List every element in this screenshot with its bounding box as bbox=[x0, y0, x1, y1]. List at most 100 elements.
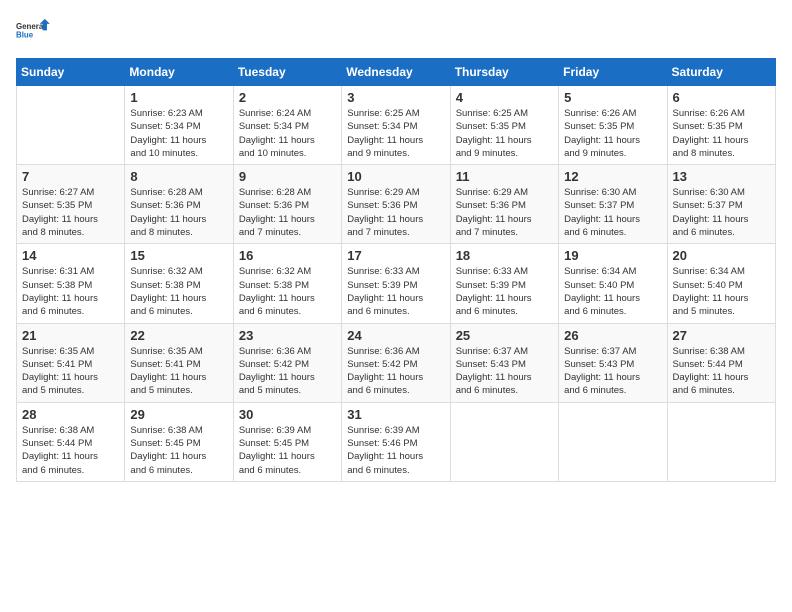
day-info: Sunrise: 6:33 AM Sunset: 5:39 PM Dayligh… bbox=[456, 265, 553, 318]
page-header: General Blue bbox=[16, 16, 776, 52]
day-number: 18 bbox=[456, 248, 553, 263]
calendar-cell: 1 Sunrise: 6:23 AM Sunset: 5:34 PM Daylig… bbox=[125, 86, 233, 165]
day-info: Sunrise: 6:33 AM Sunset: 5:39 PM Dayligh… bbox=[347, 265, 444, 318]
calendar-cell bbox=[17, 86, 125, 165]
day-number: 2 bbox=[239, 90, 336, 105]
day-info: Sunrise: 6:32 AM Sunset: 5:38 PM Dayligh… bbox=[239, 265, 336, 318]
day-info: Sunrise: 6:30 AM Sunset: 5:37 PM Dayligh… bbox=[673, 186, 770, 239]
calendar-week-row: 28 Sunrise: 6:38 AM Sunset: 5:44 PM Dayli… bbox=[17, 402, 776, 481]
calendar-cell: 23 Sunrise: 6:36 AM Sunset: 5:42 PM Dayli… bbox=[233, 323, 341, 402]
day-info: Sunrise: 6:24 AM Sunset: 5:34 PM Dayligh… bbox=[239, 107, 336, 160]
column-header-wednesday: Wednesday bbox=[342, 59, 450, 86]
day-number: 11 bbox=[456, 169, 553, 184]
calendar-cell: 6 Sunrise: 6:26 AM Sunset: 5:35 PM Daylig… bbox=[667, 86, 775, 165]
calendar-cell: 21 Sunrise: 6:35 AM Sunset: 5:41 PM Dayli… bbox=[17, 323, 125, 402]
calendar-cell: 27Sunrise: 6:38 AM Sunset: 5:44 PM Dayli… bbox=[667, 323, 775, 402]
calendar-cell: 4Sunrise: 6:25 AM Sunset: 5:35 PM Daylig… bbox=[450, 86, 558, 165]
calendar-cell: 20 Sunrise: 6:34 AM Sunset: 5:40 PM Dayli… bbox=[667, 244, 775, 323]
calendar-header-row: SundayMondayTuesdayWednesdayThursdayFrid… bbox=[17, 59, 776, 86]
column-header-sunday: Sunday bbox=[17, 59, 125, 86]
day-number: 10 bbox=[347, 169, 444, 184]
calendar-week-row: 7 Sunrise: 6:27 AM Sunset: 5:35 PM Daylig… bbox=[17, 165, 776, 244]
day-info: Sunrise: 6:25 AM Sunset: 5:35 PM Dayligh… bbox=[456, 107, 553, 160]
day-number: 24 bbox=[347, 328, 444, 343]
day-number: 7 bbox=[22, 169, 119, 184]
calendar-cell: 22 Sunrise: 6:35 AM Sunset: 5:41 PM Dayli… bbox=[125, 323, 233, 402]
day-number: 26 bbox=[564, 328, 661, 343]
day-info: Sunrise: 6:30 AM Sunset: 5:37 PM Dayligh… bbox=[564, 186, 661, 239]
day-info: Sunrise: 6:28 AM Sunset: 5:36 PM Dayligh… bbox=[130, 186, 227, 239]
day-number: 29 bbox=[130, 407, 227, 422]
calendar-week-row: 14 Sunrise: 6:31 AM Sunset: 5:38 PM Dayli… bbox=[17, 244, 776, 323]
day-info: Sunrise: 6:25 AM Sunset: 5:34 PM Dayligh… bbox=[347, 107, 444, 160]
calendar-cell: 5Sunrise: 6:26 AM Sunset: 5:35 PM Daylig… bbox=[559, 86, 667, 165]
calendar-cell: 30 Sunrise: 6:39 AM Sunset: 5:45 PM Dayli… bbox=[233, 402, 341, 481]
day-info: Sunrise: 6:28 AM Sunset: 5:36 PM Dayligh… bbox=[239, 186, 336, 239]
calendar-cell bbox=[450, 402, 558, 481]
column-header-monday: Monday bbox=[125, 59, 233, 86]
column-header-thursday: Thursday bbox=[450, 59, 558, 86]
day-info: Sunrise: 6:27 AM Sunset: 5:35 PM Dayligh… bbox=[22, 186, 119, 239]
svg-text:Blue: Blue bbox=[16, 31, 34, 40]
calendar-cell: 19 Sunrise: 6:34 AM Sunset: 5:40 PM Dayli… bbox=[559, 244, 667, 323]
day-info: Sunrise: 6:38 AM Sunset: 5:44 PM Dayligh… bbox=[22, 424, 119, 477]
day-info: Sunrise: 6:29 AM Sunset: 5:36 PM Dayligh… bbox=[347, 186, 444, 239]
calendar-cell: 11 Sunrise: 6:29 AM Sunset: 5:36 PM Dayli… bbox=[450, 165, 558, 244]
day-number: 31 bbox=[347, 407, 444, 422]
day-number: 5 bbox=[564, 90, 661, 105]
day-info: Sunrise: 6:35 AM Sunset: 5:41 PM Dayligh… bbox=[22, 345, 119, 398]
day-info: Sunrise: 6:36 AM Sunset: 5:42 PM Dayligh… bbox=[239, 345, 336, 398]
calendar-cell: 16 Sunrise: 6:32 AM Sunset: 5:38 PM Dayli… bbox=[233, 244, 341, 323]
calendar-week-row: 1 Sunrise: 6:23 AM Sunset: 5:34 PM Daylig… bbox=[17, 86, 776, 165]
day-number: 22 bbox=[130, 328, 227, 343]
day-info: Sunrise: 6:34 AM Sunset: 5:40 PM Dayligh… bbox=[564, 265, 661, 318]
day-info: Sunrise: 6:31 AM Sunset: 5:38 PM Dayligh… bbox=[22, 265, 119, 318]
day-number: 1 bbox=[130, 90, 227, 105]
day-number: 12 bbox=[564, 169, 661, 184]
calendar-cell: 31Sunrise: 6:39 AM Sunset: 5:46 PM Dayli… bbox=[342, 402, 450, 481]
day-number: 3 bbox=[347, 90, 444, 105]
calendar-cell: 12 Sunrise: 6:30 AM Sunset: 5:37 PM Dayli… bbox=[559, 165, 667, 244]
calendar-cell: 14 Sunrise: 6:31 AM Sunset: 5:38 PM Dayli… bbox=[17, 244, 125, 323]
calendar-cell: 9Sunrise: 6:28 AM Sunset: 5:36 PM Daylig… bbox=[233, 165, 341, 244]
column-header-friday: Friday bbox=[559, 59, 667, 86]
day-number: 20 bbox=[673, 248, 770, 263]
day-number: 16 bbox=[239, 248, 336, 263]
day-number: 25 bbox=[456, 328, 553, 343]
day-info: Sunrise: 6:32 AM Sunset: 5:38 PM Dayligh… bbox=[130, 265, 227, 318]
day-number: 21 bbox=[22, 328, 119, 343]
day-number: 15 bbox=[130, 248, 227, 263]
day-info: Sunrise: 6:35 AM Sunset: 5:41 PM Dayligh… bbox=[130, 345, 227, 398]
calendar-cell: 10 Sunrise: 6:29 AM Sunset: 5:36 PM Dayli… bbox=[342, 165, 450, 244]
day-info: Sunrise: 6:38 AM Sunset: 5:44 PM Dayligh… bbox=[673, 345, 770, 398]
day-number: 17 bbox=[347, 248, 444, 263]
day-info: Sunrise: 6:38 AM Sunset: 5:45 PM Dayligh… bbox=[130, 424, 227, 477]
calendar-week-row: 21 Sunrise: 6:35 AM Sunset: 5:41 PM Dayli… bbox=[17, 323, 776, 402]
calendar-cell: 3 Sunrise: 6:25 AM Sunset: 5:34 PM Daylig… bbox=[342, 86, 450, 165]
day-number: 14 bbox=[22, 248, 119, 263]
column-header-tuesday: Tuesday bbox=[233, 59, 341, 86]
day-number: 6 bbox=[673, 90, 770, 105]
calendar-cell: 28 Sunrise: 6:38 AM Sunset: 5:44 PM Dayli… bbox=[17, 402, 125, 481]
column-header-saturday: Saturday bbox=[667, 59, 775, 86]
day-number: 30 bbox=[239, 407, 336, 422]
day-info: Sunrise: 6:39 AM Sunset: 5:45 PM Dayligh… bbox=[239, 424, 336, 477]
calendar-cell: 15 Sunrise: 6:32 AM Sunset: 5:38 PM Dayli… bbox=[125, 244, 233, 323]
day-info: Sunrise: 6:29 AM Sunset: 5:36 PM Dayligh… bbox=[456, 186, 553, 239]
calendar-cell: 24 Sunrise: 6:36 AM Sunset: 5:42 PM Dayli… bbox=[342, 323, 450, 402]
calendar-cell: 13Sunrise: 6:30 AM Sunset: 5:37 PM Dayli… bbox=[667, 165, 775, 244]
day-info: Sunrise: 6:26 AM Sunset: 5:35 PM Dayligh… bbox=[673, 107, 770, 160]
calendar-cell: 29 Sunrise: 6:38 AM Sunset: 5:45 PM Dayli… bbox=[125, 402, 233, 481]
day-number: 8 bbox=[130, 169, 227, 184]
day-info: Sunrise: 6:23 AM Sunset: 5:34 PM Dayligh… bbox=[130, 107, 227, 160]
day-info: Sunrise: 6:34 AM Sunset: 5:40 PM Dayligh… bbox=[673, 265, 770, 318]
calendar-cell: 25Sunrise: 6:37 AM Sunset: 5:43 PM Dayli… bbox=[450, 323, 558, 402]
logo: General Blue bbox=[16, 16, 52, 52]
calendar-table: SundayMondayTuesdayWednesdayThursdayFrid… bbox=[16, 58, 776, 482]
day-number: 23 bbox=[239, 328, 336, 343]
day-number: 19 bbox=[564, 248, 661, 263]
day-number: 28 bbox=[22, 407, 119, 422]
calendar-cell: 17 Sunrise: 6:33 AM Sunset: 5:39 PM Dayli… bbox=[342, 244, 450, 323]
calendar-cell: 8 Sunrise: 6:28 AM Sunset: 5:36 PM Daylig… bbox=[125, 165, 233, 244]
day-info: Sunrise: 6:36 AM Sunset: 5:42 PM Dayligh… bbox=[347, 345, 444, 398]
